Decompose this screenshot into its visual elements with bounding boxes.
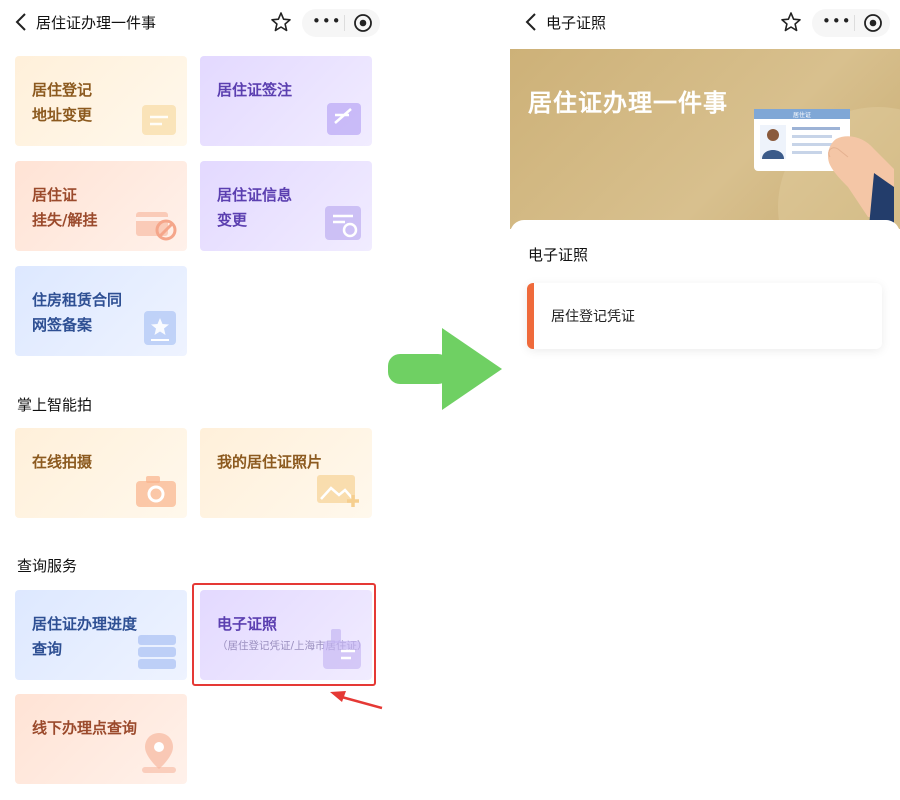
top-bar: 电子证照 ••• <box>510 0 900 44</box>
location-icon <box>142 733 176 773</box>
star-icon[interactable] <box>270 11 292 33</box>
id-card-label: 居住证 <box>793 111 811 119</box>
right-screen: 居住证办理一件事 居住证 电子证照 ••• 电子证照 居住登记凭证 <box>510 0 900 800</box>
tile-label: 居住证 挂失/解挂 <box>32 186 98 229</box>
tile-rental-contract[interactable]: 住房租赁合同 网签备案 <box>15 266 187 356</box>
contract-icon <box>144 311 176 345</box>
tile-label: 我的居住证照片 <box>217 453 323 471</box>
target-icon[interactable] <box>353 13 373 33</box>
card-block-icon <box>136 212 177 241</box>
page-title: 电子证照 <box>546 14 607 32</box>
tile-report-loss[interactable]: 居住证 挂失/解挂 <box>15 161 187 251</box>
menu-capsule: ••• <box>812 9 890 37</box>
banner: 居住证办理一件事 居住证 <box>510 49 900 229</box>
tile-offline-locations[interactable]: 线下办理点查询 <box>15 694 187 784</box>
tile-online-photo[interactable]: 在线拍摄 <box>15 428 187 518</box>
capsule-divider <box>344 15 345 31</box>
back-icon[interactable] <box>10 10 32 34</box>
tile-endorsement[interactable]: 居住证签注 <box>200 56 372 146</box>
tile-address-change[interactable]: 居住登记 地址变更 <box>15 56 187 146</box>
annotation-arrow <box>330 691 383 710</box>
residence-certificate-card[interactable]: 居住登记凭证 <box>527 283 882 349</box>
edit-icon <box>327 103 361 135</box>
tile-label: 住房租赁合同 网签备案 <box>32 291 123 334</box>
arrow-right-icon <box>388 328 502 410</box>
tile-label: 居住登记 地址变更 <box>32 81 93 124</box>
tile-label: 居住证信息 变更 <box>217 186 293 229</box>
more-icon[interactable]: ••• <box>312 12 342 30</box>
tile-label: 线下办理点查询 <box>32 719 138 737</box>
section-title: 电子证照 <box>528 246 589 264</box>
top-bar: 居住证办理一件事 ••• <box>0 0 388 44</box>
camera-icon <box>136 476 176 507</box>
content-panel: 电子证照 居住登记凭证 <box>510 220 900 800</box>
section-photo-title: 掌上智能拍 <box>17 396 93 414</box>
star-icon[interactable] <box>780 11 802 33</box>
tile-info-change[interactable]: 居住证信息 变更 <box>200 161 372 251</box>
capsule-divider <box>854 15 855 31</box>
tile-label: 在线拍摄 <box>32 453 93 471</box>
card-label: 居住登记凭证 <box>551 309 635 325</box>
more-icon[interactable]: ••• <box>822 12 852 30</box>
left-screen: 居住证办理一件事 ••• 居住登记 地址变更 居住证签注 居住证 挂失/解挂 居住证… <box>0 0 388 800</box>
document-icon <box>142 105 176 135</box>
highlight-box <box>192 583 376 686</box>
section-query-title: 查询服务 <box>17 557 78 575</box>
refresh-doc-icon <box>325 206 361 240</box>
back-icon[interactable] <box>520 10 542 34</box>
tile-my-photo[interactable]: 我的居住证照片 <box>200 428 372 518</box>
target-icon[interactable] <box>863 13 883 33</box>
menu-capsule: ••• <box>302 9 380 37</box>
tile-label: 居住证办理进度 查询 <box>32 615 138 658</box>
page-title: 居住证办理一件事 <box>36 14 157 32</box>
tile-label: 居住证签注 <box>217 81 293 99</box>
id-card-illustration: 居住证 <box>754 107 900 229</box>
tile-progress-query[interactable]: 居住证办理进度 查询 <box>15 590 187 680</box>
accent-bar <box>527 283 534 349</box>
list-icon <box>138 635 176 669</box>
photo-add-icon <box>317 475 359 507</box>
